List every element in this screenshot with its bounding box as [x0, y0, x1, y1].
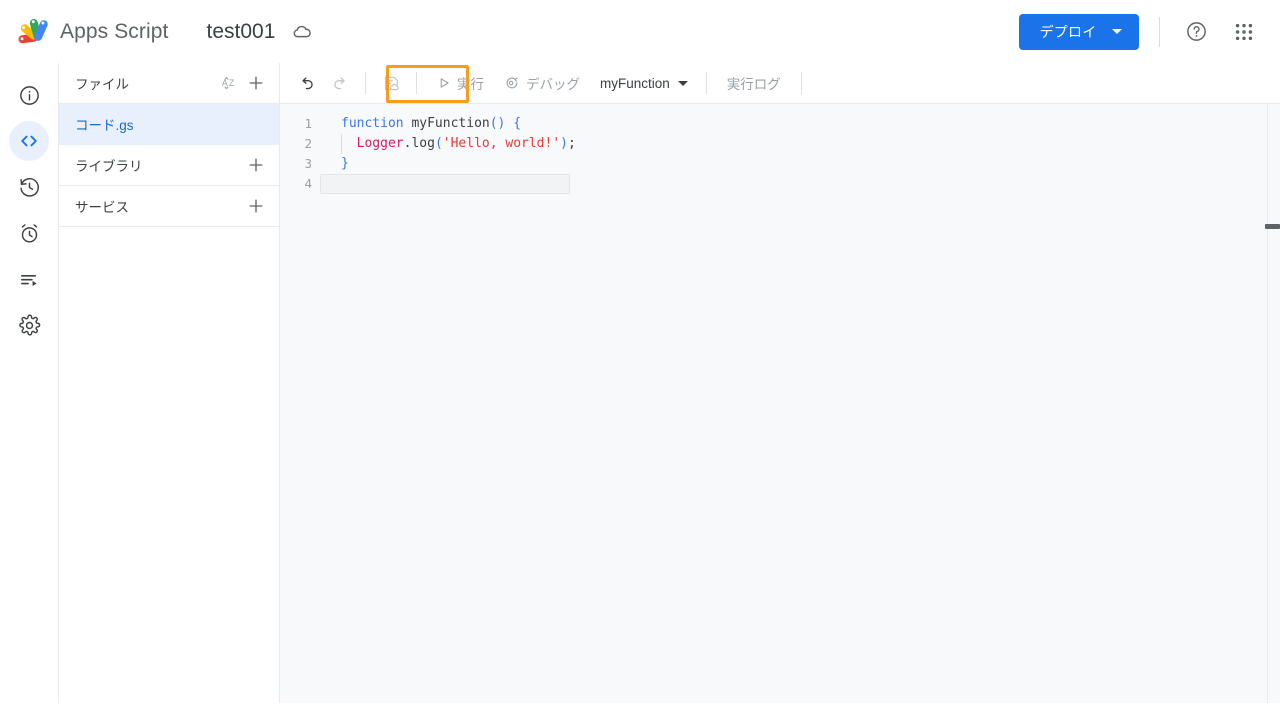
add-service-button[interactable] [243, 193, 269, 219]
code-line-3: } [341, 154, 1280, 174]
file-panel: ファイル A Z コード.gs ライブラリ サービス [59, 63, 280, 703]
editor-column: 実行 デバッグ myFunction 実行ログ 1 2 3 4 function… [280, 63, 1280, 703]
toolbar-divider-3 [705, 72, 707, 94]
cloud-icon[interactable] [291, 21, 313, 43]
code-brackets-icon [17, 129, 41, 153]
indent-guide [341, 134, 342, 154]
libraries-section-label: ライブラリ [75, 159, 143, 174]
token-keyword: function [341, 116, 404, 131]
sidebar-item-history[interactable] [9, 167, 49, 207]
sidebar-item-editor[interactable] [9, 121, 49, 161]
apps-grid-icon [1233, 21, 1255, 43]
token-string: 'Hello, world!' [442, 136, 561, 151]
editor-scroll-rail[interactable] [1265, 104, 1280, 703]
token-object: Logger [356, 136, 404, 151]
run-button-label: 実行 [457, 77, 484, 92]
chevron-down-icon [677, 80, 688, 86]
code-line-1: function myFunction() { [341, 114, 1280, 134]
line-number-gutter: 1 2 3 4 [280, 114, 320, 194]
topbar-divider [1159, 16, 1160, 47]
apps-script-window: Apps Script test001 デプロイ ファイル A Z コード.gs… [0, 0, 1280, 709]
redo-button[interactable] [325, 68, 355, 98]
bottom-strip [0, 703, 1280, 709]
brand-name-label: Apps Script [60, 19, 169, 43]
execution-log-label: 実行ログ [726, 77, 781, 92]
editor-toolbar: 実行 デバッグ myFunction 実行ログ [280, 63, 1280, 104]
main-body: ファイル A Z コード.gs ライブラリ サービス 実行 デバッグ myFun… [0, 63, 1280, 703]
add-file-button[interactable] [243, 70, 269, 96]
token-function-name: myFunction [411, 116, 490, 131]
line-number: 3 [304, 156, 312, 171]
sidebar-item-triggers[interactable] [9, 213, 49, 253]
deploy-button[interactable]: デプロイ [1019, 13, 1139, 50]
top-app-bar: Apps Script test001 デプロイ [0, 0, 1280, 63]
brand-block[interactable]: Apps Script [14, 15, 168, 49]
code-line-4 [320, 174, 570, 194]
token-paren-close: ) [560, 136, 568, 151]
token-parens: () [489, 116, 506, 131]
line-number: 4 [304, 176, 312, 191]
info-circle-icon [18, 84, 41, 107]
file-panel-empty-space [59, 227, 279, 703]
left-icon-rail [0, 63, 59, 703]
chevron-down-icon [1112, 29, 1123, 34]
deploy-button-label: デプロイ [1039, 23, 1097, 40]
apps-script-logo-icon [14, 15, 54, 49]
help-circle-icon [1185, 20, 1208, 43]
services-section-header: サービス [59, 186, 279, 227]
toolbar-divider-4 [800, 72, 802, 94]
list-play-icon [18, 268, 41, 291]
horizontal-scroll-thumb[interactable] [1265, 224, 1280, 229]
libraries-section-header: ライブラリ [59, 145, 279, 186]
alarm-clock-icon [18, 222, 41, 245]
token-paren-open: ( [434, 136, 443, 151]
sort-az-icon[interactable]: A Z [217, 70, 243, 96]
project-title[interactable]: test001 [206, 20, 275, 44]
sidebar-item-settings[interactable] [9, 305, 49, 345]
function-select[interactable]: myFunction [590, 68, 696, 98]
add-library-button[interactable] [243, 152, 269, 178]
services-section-label: サービス [75, 200, 129, 215]
list-item-file[interactable]: コード.gs [59, 104, 279, 145]
debug-button[interactable]: デバッグ [494, 68, 590, 98]
code-line-2: Logger.log('Hello, world!'); [341, 134, 1280, 154]
help-button[interactable] [1176, 12, 1216, 52]
toolbar-divider-2 [416, 72, 417, 94]
history-clock-icon [18, 176, 41, 199]
token-brace-open: { [513, 116, 522, 131]
save-project-button[interactable] [376, 68, 406, 98]
files-section-header: ファイル A Z [59, 63, 279, 104]
run-button[interactable]: 実行 [427, 68, 494, 98]
sidebar-item-executions[interactable] [9, 259, 49, 299]
line-number: 1 [304, 116, 312, 131]
gear-icon [18, 314, 41, 337]
redo-arrow-icon [331, 74, 350, 93]
execution-log-button[interactable]: 実行ログ [717, 68, 791, 98]
sidebar-item-overview[interactable] [9, 75, 49, 115]
svg-text:Z: Z [229, 78, 235, 88]
token-semicolon: ; [568, 136, 576, 151]
debug-icon [504, 75, 520, 91]
token-brace-close: } [341, 156, 349, 171]
google-apps-button[interactable] [1224, 12, 1264, 52]
debug-button-label: デバッグ [526, 77, 580, 92]
line-number: 2 [304, 136, 312, 151]
toolbar-divider-1 [365, 72, 366, 94]
undo-arrow-icon [297, 74, 316, 93]
code-editor[interactable]: 1 2 3 4 function myFunction() { Logger.l… [280, 104, 1280, 703]
files-section-label: ファイル [75, 77, 129, 92]
play-triangle-icon [437, 76, 451, 90]
file-name-label: コード.gs [75, 118, 134, 133]
save-project-cloud-icon [382, 74, 401, 93]
undo-button[interactable] [291, 68, 321, 98]
code-editor-content: 1 2 3 4 function myFunction() { Logger.l… [280, 114, 1280, 194]
function-select-value: myFunction [600, 75, 670, 91]
token-property: .log [403, 136, 435, 151]
code-lines[interactable]: function myFunction() { Logger.log('Hell… [320, 114, 1280, 194]
